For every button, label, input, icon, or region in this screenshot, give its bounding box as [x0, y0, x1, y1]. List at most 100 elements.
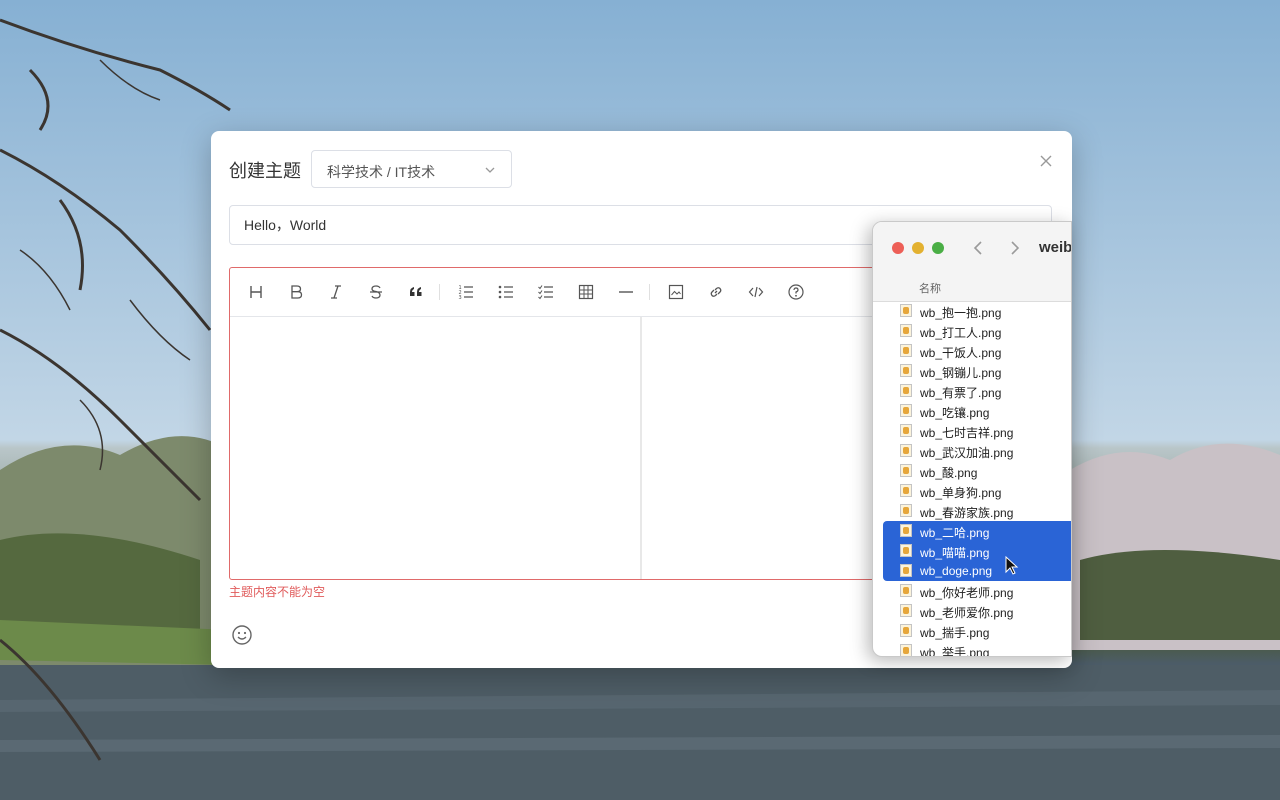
finder-window: weib 名称 wb_抱一抱.png wb_打工人.png wb_干饭人.pngwb…: [872, 221, 1072, 657]
file-row[interactable]: wb_吃镶.png: [883, 401, 1071, 421]
png-file-icon: [900, 384, 912, 397]
chevron-right-icon[interactable]: [1007, 239, 1023, 257]
code-button[interactable]: [744, 280, 768, 304]
content-error-message: 主题内容不能为空: [229, 585, 326, 599]
italic-button[interactable]: [324, 280, 348, 304]
quote-button[interactable]: [404, 280, 428, 304]
toolbar-separator: [439, 284, 440, 300]
modal-title: 创建主题: [229, 161, 301, 181]
png-file-icon: [900, 304, 912, 317]
file-name: wb_举手.png: [920, 646, 990, 657]
file-row[interactable]: wb_武汉加油.png: [883, 441, 1071, 461]
png-file-icon: [900, 464, 912, 477]
file-name: wb_喵喵.png: [920, 546, 990, 560]
file-name: wb_老师爱你.png: [920, 606, 1014, 620]
file-name: wb_春游家族.png: [920, 506, 1014, 520]
finder-titlebar: weib 名称: [873, 222, 1072, 302]
png-file-icon: [900, 444, 912, 457]
chevron-left-icon[interactable]: [970, 239, 986, 257]
heading-icon: [250, 286, 262, 298]
file-name: wb_干饭人.png: [920, 346, 1002, 360]
unordered-list-button[interactable]: [494, 280, 518, 304]
help-button[interactable]: [784, 280, 808, 304]
file-row[interactable]: wb_抱一抱.png: [883, 301, 1071, 321]
file-row[interactable]: wb_有票了.png: [883, 381, 1071, 401]
link-icon: [710, 287, 722, 297]
file-row[interactable]: wb_喵喵.png: [883, 541, 1071, 561]
file-name: wb_doge.png: [920, 564, 993, 578]
finder-folder-title: weib: [1039, 239, 1072, 256]
window-minimize-button[interactable]: [912, 242, 924, 254]
editor-input-pane[interactable]: [230, 317, 640, 579]
png-file-icon: [900, 564, 912, 577]
category-value: 科学技术 / IT技术: [327, 164, 436, 180]
file-row[interactable]: wb_单身狗.png: [883, 481, 1071, 501]
file-row[interactable]: wb_老师爱你.png: [883, 601, 1071, 621]
column-header-name[interactable]: 名称: [919, 280, 941, 296]
png-file-icon: [900, 484, 912, 497]
table-button[interactable]: [574, 280, 598, 304]
table-icon: [578, 284, 594, 300]
mouse-cursor-icon: [1005, 556, 1019, 575]
file-name: wb_武汉加油.png: [920, 446, 1014, 460]
close-icon[interactable]: [1038, 153, 1054, 169]
file-name: wb_酸.png: [920, 466, 978, 480]
file-row[interactable]: wb_doge.png: [883, 561, 1071, 581]
file-row[interactable]: wb_七时吉祥.png: [883, 421, 1071, 441]
png-file-icon: [900, 644, 912, 656]
strikethrough-button[interactable]: [364, 280, 388, 304]
file-name: wb_七时吉祥.png: [920, 426, 1014, 440]
category-select[interactable]: 科学技术 / IT技术: [311, 150, 512, 188]
file-name: wb_吃镶.png: [920, 406, 990, 420]
ordered-list-button[interactable]: 123: [454, 280, 478, 304]
bold-icon: [291, 285, 303, 299]
horizontal-rule-button[interactable]: [614, 280, 638, 304]
file-name: wb_打工人.png: [920, 326, 1002, 340]
file-row[interactable]: wb_打工人.png: [883, 321, 1071, 341]
chevron-down-icon: [485, 167, 495, 173]
horizontal-rule-icon: [619, 291, 633, 293]
file-row[interactable]: wb_二哈.png: [883, 521, 1071, 541]
png-file-icon: [900, 344, 912, 357]
unordered-list-icon: [498, 285, 513, 299]
file-name: wb_揣手.png: [920, 626, 990, 640]
file-name: wb_有票了.png: [920, 386, 1002, 400]
task-list-button[interactable]: [534, 280, 558, 304]
ordered-list-icon: 123: [459, 285, 473, 301]
link-button[interactable]: [704, 280, 728, 304]
window-close-button[interactable]: [892, 242, 904, 254]
png-file-icon: [900, 604, 912, 617]
file-row[interactable]: wb_春游家族.png: [883, 501, 1071, 521]
emoji-icon[interactable]: [231, 624, 253, 646]
help-icon: [788, 284, 804, 300]
window-zoom-button[interactable]: [932, 242, 944, 254]
image-button[interactable]: [664, 280, 688, 304]
file-row[interactable]: wb_你好老师.png: [883, 581, 1071, 601]
image-icon: [668, 284, 684, 300]
file-row[interactable]: wb_酸.png: [883, 461, 1071, 481]
file-row[interactable]: wb_钢镚儿.png: [883, 361, 1071, 381]
png-file-icon: [900, 404, 912, 417]
png-file-icon: [900, 524, 912, 537]
file-row[interactable]: wb_揣手.png: [883, 621, 1071, 641]
file-name: wb_抱一抱.png: [920, 306, 1002, 320]
png-file-icon: [900, 364, 912, 377]
toolbar-separator: [649, 284, 650, 300]
file-name: wb_二哈.png: [920, 526, 990, 540]
code-icon: [748, 286, 764, 298]
bold-button[interactable]: [284, 280, 308, 304]
png-file-icon: [900, 424, 912, 437]
task-list-icon: [538, 285, 553, 300]
png-file-icon: [900, 324, 912, 337]
italic-icon: [331, 285, 341, 299]
png-file-icon: [900, 584, 912, 597]
file-name: wb_你好老师.png: [920, 586, 1014, 600]
png-file-icon: [900, 504, 912, 517]
png-file-icon: [900, 624, 912, 637]
file-name: wb_单身狗.png: [920, 486, 1002, 500]
file-row[interactable]: wb_举手.png: [883, 641, 1071, 657]
heading-button[interactable]: [244, 280, 268, 304]
file-row[interactable]: wb_干饭人.png: [883, 341, 1071, 361]
quote-icon: [410, 287, 422, 296]
file-name: wb_钢镚儿.png: [920, 366, 1002, 380]
